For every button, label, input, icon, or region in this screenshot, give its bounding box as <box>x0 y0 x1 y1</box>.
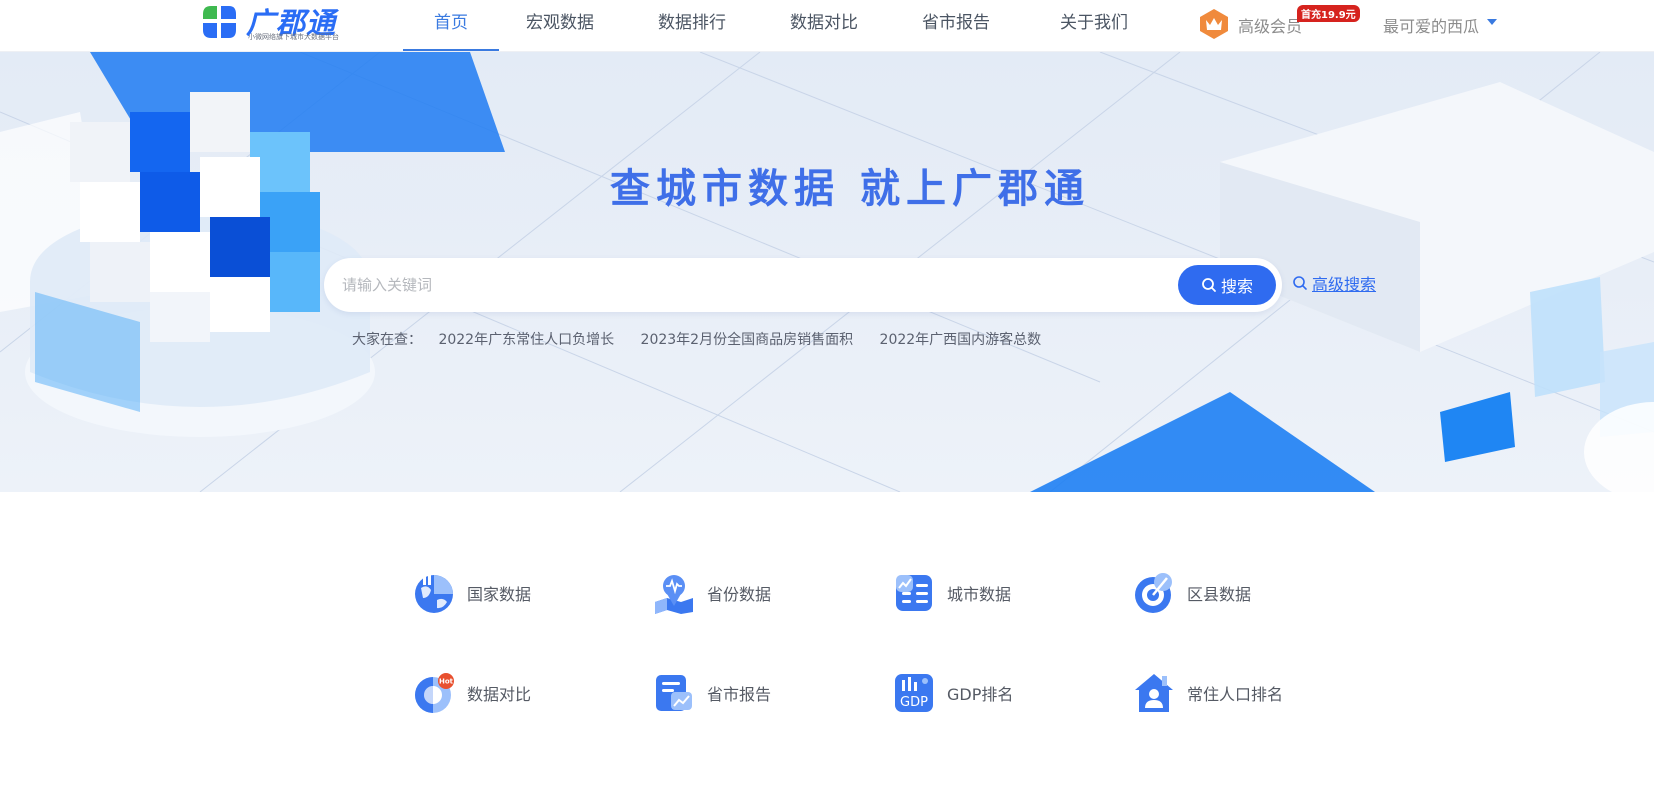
advanced-search-link[interactable]: 高级搜索 <box>1292 271 1376 295</box>
search-button-label: 搜索 <box>1220 277 1253 296</box>
category-county-data[interactable]: 区县数据 <box>1133 571 1251 615</box>
population-house-icon <box>1135 674 1173 712</box>
province-map-icon <box>655 575 693 614</box>
vip-label: 高级会员 <box>1238 17 1303 36</box>
logo-mark-icon <box>203 6 236 38</box>
compare-pie-icon: Hot <box>415 673 454 713</box>
search-icon <box>1202 278 1216 292</box>
category-label: GDP排名 <box>947 685 1014 704</box>
category-province-report[interactable]: 省市报告 <box>653 671 771 715</box>
category-label: 国家数据 <box>467 585 532 604</box>
hot-searches: 大家在查： 2022年广东常住人口负增长 2023年2月份全国商品房销售面积 2… <box>352 329 1063 349</box>
gdp-icon-text: GDP <box>900 695 928 710</box>
category-label: 常住人口排名 <box>1187 685 1284 704</box>
top-header: 广郡通 小微网络旗下城市大数据平台 首页 宏观数据 数据排行 数据对比 省市报告… <box>0 0 1654 52</box>
hot-search-item[interactable]: 2022年广西国内游客总数 <box>880 332 1042 348</box>
advanced-search-label: 高级搜索 <box>1312 275 1377 294</box>
nav-home[interactable]: 首页 <box>403 0 499 52</box>
vip-promo-badge: 首充19.9元 <box>1297 5 1360 22</box>
category-label: 城市数据 <box>947 585 1012 604</box>
category-label: 省市报告 <box>707 685 772 704</box>
nav-province-report[interactable]: 省市报告 <box>911 0 1001 52</box>
nav-data-compare[interactable]: 数据对比 <box>779 0 869 52</box>
hero-banner: 查城市数据 就上广郡通 搜索 高级搜索 大家在查： 2022年广东常住人口负增长… <box>0 52 1654 492</box>
search-icon <box>1293 276 1307 290</box>
search-button[interactable]: 搜索 <box>1178 265 1276 305</box>
category-city-data[interactable]: 城市数据 <box>893 571 1011 615</box>
category-label: 区县数据 <box>1187 585 1252 604</box>
category-province-data[interactable]: 省份数据 <box>653 571 771 615</box>
nav-about-us[interactable]: 关于我们 <box>1049 0 1139 52</box>
city-list-icon <box>896 575 932 611</box>
hot-search-item[interactable]: 2023年2月份全国商品房销售面积 <box>641 332 854 348</box>
category-data-compare[interactable]: Hot 数据对比 <box>413 671 531 715</box>
search-bar: 搜索 <box>324 258 1282 312</box>
site-logo[interactable]: 广郡通 小微网络旗下城市大数据平台 <box>200 2 370 42</box>
chevron-down-icon[interactable] <box>1487 19 1497 25</box>
logo-tagline: 小微网络旗下城市大数据平台 <box>248 33 339 41</box>
hero-headline: 查城市数据 就上广郡通 <box>610 166 1090 212</box>
category-label: 数据对比 <box>467 685 532 704</box>
nav-macro-data[interactable]: 宏观数据 <box>515 0 605 52</box>
crown-icon <box>1200 9 1228 39</box>
hot-badge: Hot <box>439 678 454 686</box>
category-national-data[interactable]: 国家数据 <box>413 571 531 615</box>
category-label: 省份数据 <box>707 585 772 604</box>
search-input[interactable] <box>342 268 1122 302</box>
hot-search-item[interactable]: 2022年广东常住人口负增长 <box>438 332 614 348</box>
user-name[interactable]: 最可爱的西瓜 <box>1383 13 1479 37</box>
nav-data-ranking[interactable]: 数据排行 <box>647 0 737 52</box>
target-icon <box>1135 573 1172 613</box>
report-icon <box>656 675 692 711</box>
gdp-icon: GDP <box>895 674 933 712</box>
category-gdp-ranking[interactable]: GDP GDP排名 <box>893 671 1013 715</box>
hot-searches-prefix: 大家在查： <box>352 332 422 348</box>
category-population-ranking[interactable]: 常住人口排名 <box>1133 671 1283 715</box>
globe-chart-icon <box>415 573 453 613</box>
